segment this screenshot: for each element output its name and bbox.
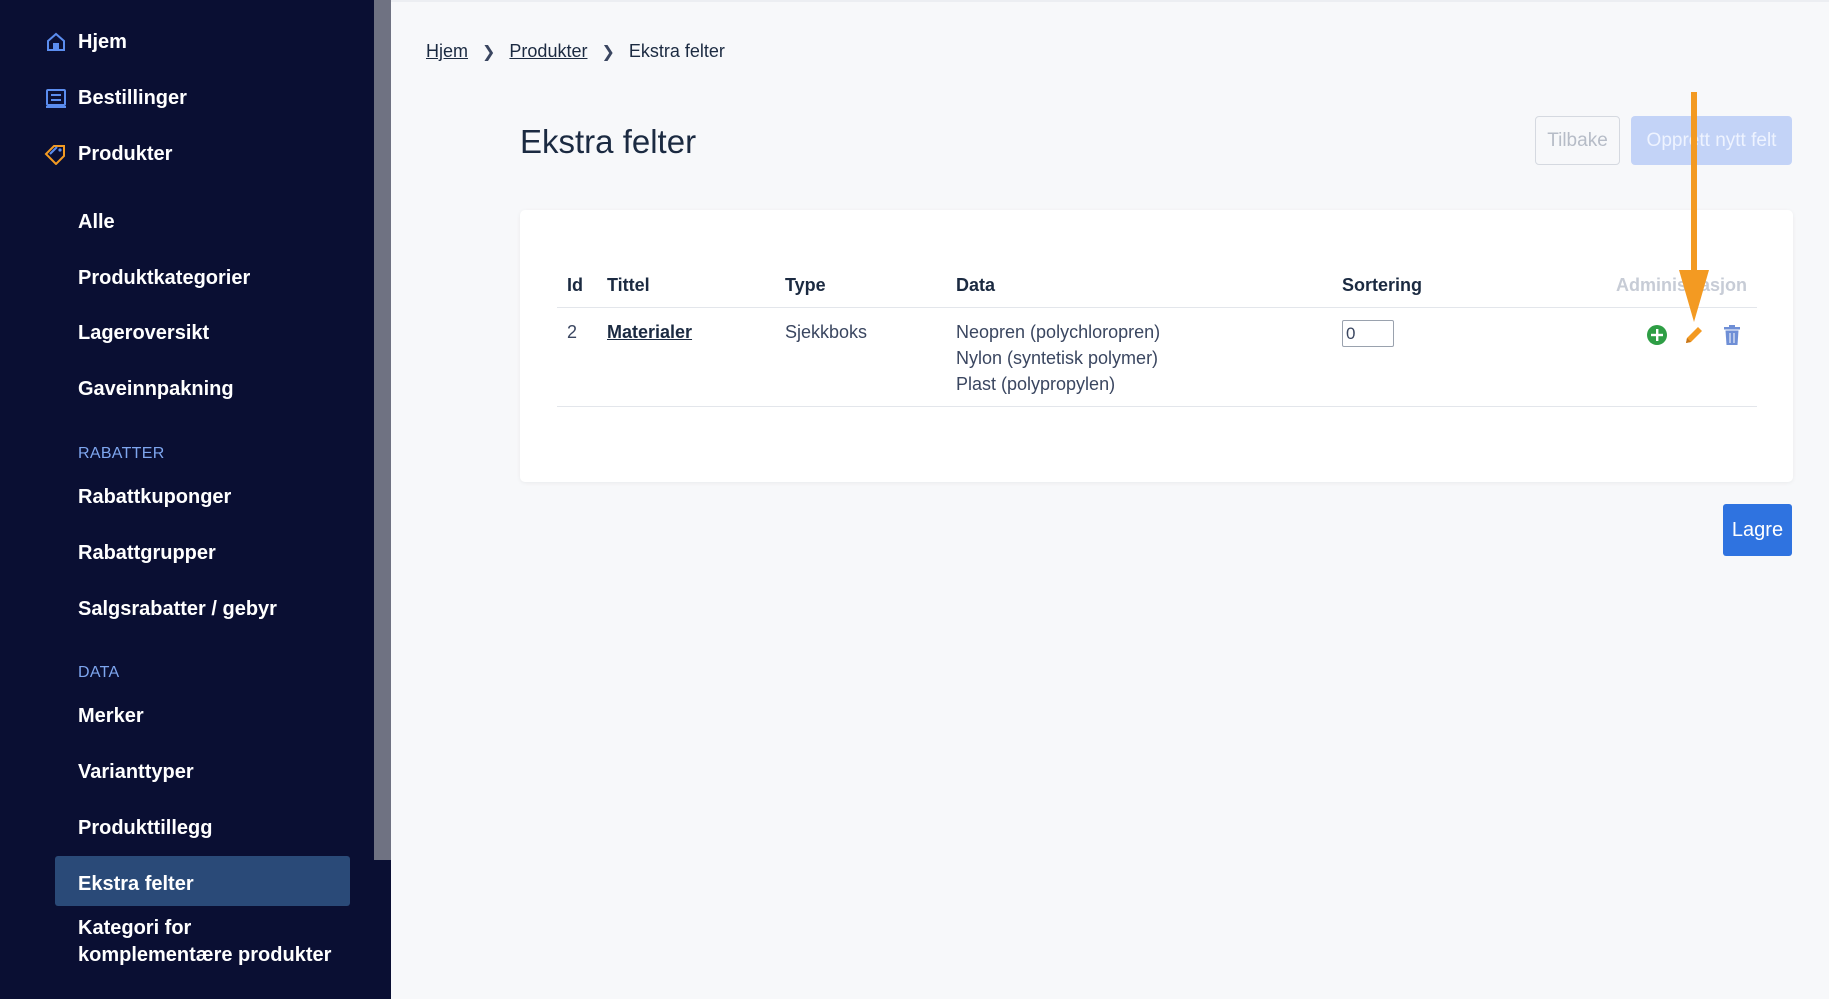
sort-order-input[interactable]: [1342, 320, 1394, 347]
data-value: Plast (polypropylen): [956, 374, 1116, 394]
column-header-sort: Sortering: [1342, 275, 1423, 295]
sidebar-item-varianttyper[interactable]: Varianttyper: [78, 761, 194, 784]
breadcrumb: Hjem ❯ Produkter ❯ Ekstra felter: [426, 41, 725, 62]
cell-title: Materialer: [607, 322, 692, 343]
tag-icon: [44, 142, 68, 166]
sidebar-item-produkter[interactable]: Produkter: [44, 142, 172, 166]
sidebar-item-produkttillegg[interactable]: Produkttillegg: [78, 817, 212, 840]
column-header-title: Tittel: [607, 275, 650, 295]
column-header-type: Type: [785, 275, 826, 295]
save-button[interactable]: Lagre: [1723, 504, 1792, 556]
breadcrumb-products-link[interactable]: Produkter: [509, 41, 587, 62]
cell-id: 2: [567, 322, 578, 342]
sidebar-item-alle[interactable]: Alle: [78, 211, 115, 234]
section-heading-data: DATA: [78, 664, 120, 681]
table-row-divider: [557, 406, 1757, 407]
data-value: Nylon (syntetisk polymer): [956, 348, 1159, 368]
sidebar-scrollbar[interactable]: [374, 0, 391, 999]
chevron-right-icon: ❯: [601, 43, 615, 61]
orders-icon: [44, 86, 68, 110]
cell-data: Neopren (polychloropren) Nylon (syntetis…: [956, 319, 1160, 397]
sidebar-item-komplementaere[interactable]: Kategori for komplementære produkter: [78, 915, 331, 969]
sidebar: Hjem Bestillinger Produkter Alle Produkt…: [0, 0, 374, 999]
sidebar-scrollbar-thumb[interactable]: [374, 0, 391, 860]
breadcrumb-current: Ekstra felter: [628, 41, 725, 61]
chevron-right-icon: ❯: [482, 43, 496, 61]
page-title: Ekstra felter: [520, 123, 697, 160]
edit-button[interactable]: [1682, 323, 1706, 347]
delete-button[interactable]: [1720, 323, 1744, 347]
plus-circle-icon: [1647, 325, 1667, 345]
back-button[interactable]: Tilbake: [1535, 116, 1620, 165]
sidebar-item-label-line2: komplementære produkter: [78, 944, 332, 966]
sidebar-item-rabattgrupper[interactable]: Rabattgrupper: [78, 542, 216, 565]
sidebar-item-gaveinnpakning[interactable]: Gaveinnpakning: [78, 378, 234, 401]
column-header-id: Id: [567, 275, 583, 295]
sidebar-item-produktkategorier[interactable]: Produktkategorier: [78, 267, 250, 290]
data-value: Neopren (polychloropren): [956, 322, 1161, 342]
sidebar-item-label-line1: Kategori for: [78, 917, 192, 939]
pencil-icon: [1686, 327, 1702, 343]
sidebar-item-lageroversikt[interactable]: Lageroversikt: [78, 322, 209, 345]
sidebar-item-ekstra-felter[interactable]: Ekstra felter: [78, 873, 194, 896]
add-button[interactable]: [1645, 323, 1669, 347]
sidebar-item-label: Produkter: [78, 142, 173, 165]
sidebar-item-rabattkuponger[interactable]: Rabattkuponger: [78, 486, 231, 509]
cell-type: Sjekkboks: [785, 322, 868, 342]
sidebar-item-label: Bestillinger: [78, 86, 187, 109]
top-strip: [391, 0, 1829, 2]
breadcrumb-home-link[interactable]: Hjem: [426, 41, 468, 62]
annotation-arrow-icon: [1679, 92, 1709, 322]
section-heading-rabatter: RABATTER: [78, 445, 165, 462]
sidebar-item-salgsrabatter[interactable]: Salgsrabatter / gebyr: [78, 598, 277, 621]
home-icon: [44, 30, 68, 54]
field-title-link[interactable]: Materialer: [607, 322, 692, 342]
trash-icon: [1724, 325, 1740, 345]
sidebar-item-bestillinger[interactable]: Bestillinger: [44, 86, 187, 110]
column-header-data: Data: [956, 275, 996, 295]
sidebar-item-hjem[interactable]: Hjem: [44, 30, 127, 54]
sidebar-item-label: Hjem: [78, 30, 127, 53]
sidebar-item-merker[interactable]: Merker: [78, 705, 144, 728]
table-header-divider: [557, 307, 1757, 308]
